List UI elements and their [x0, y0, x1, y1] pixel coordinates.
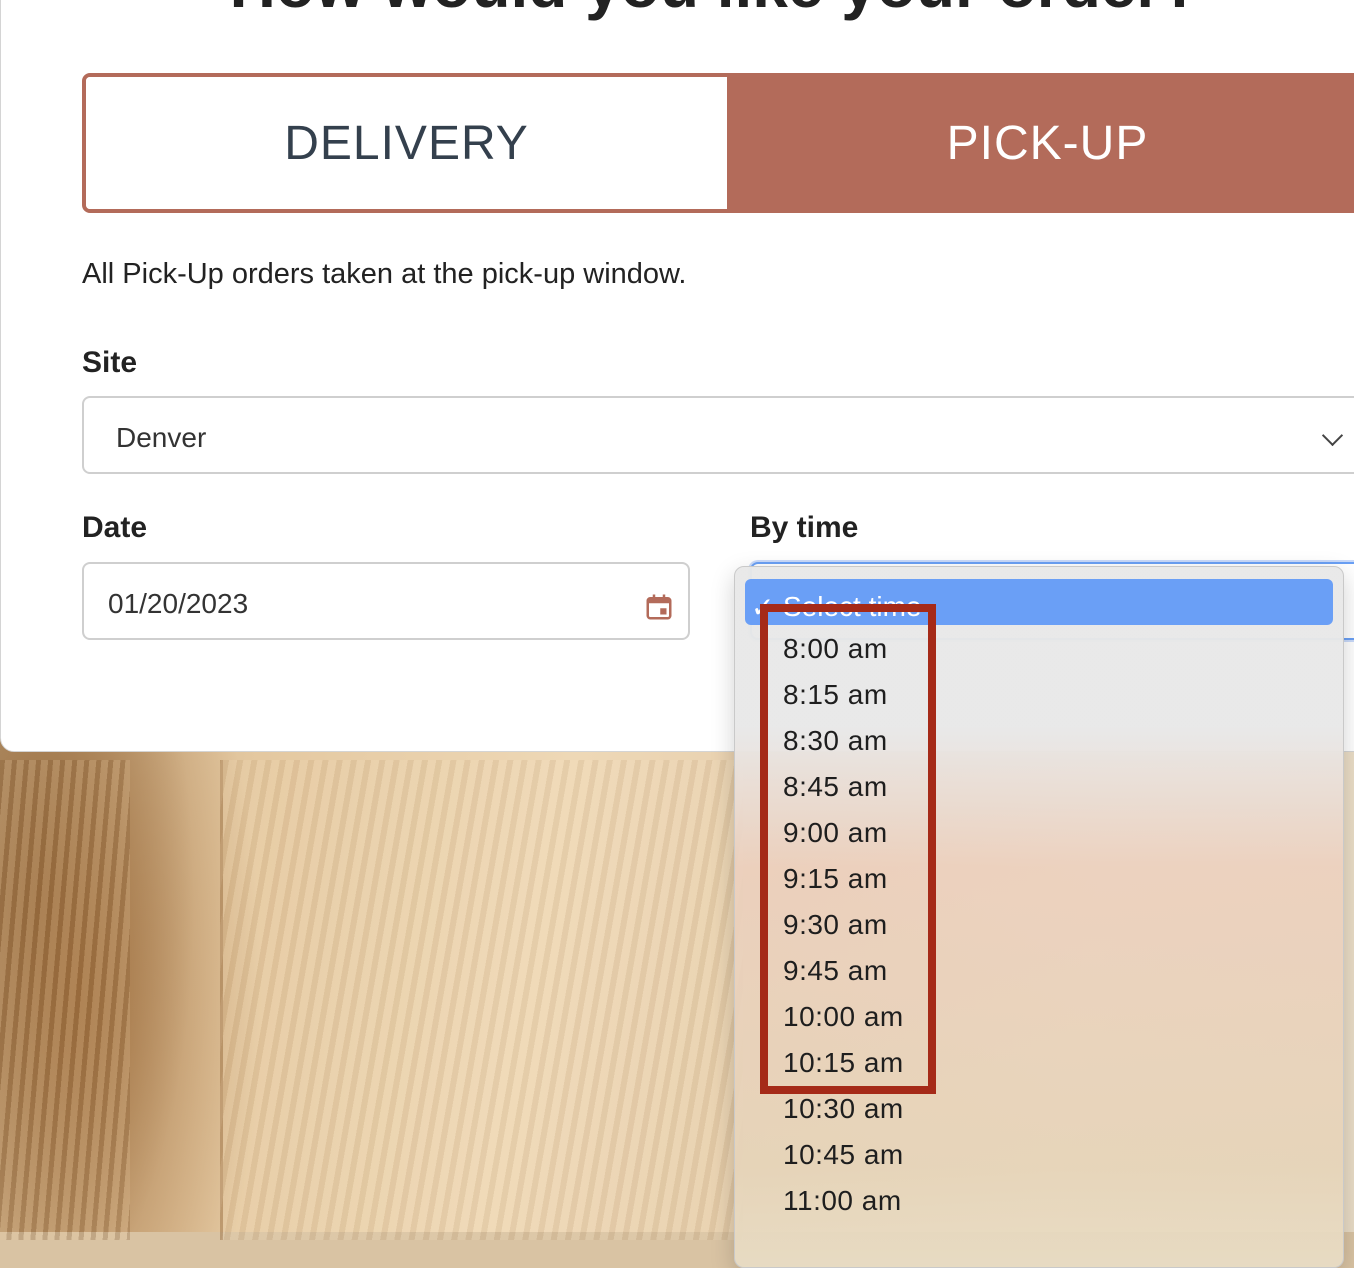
- pickup-tab[interactable]: PICK-UP: [727, 77, 1354, 209]
- site-label: Site: [82, 346, 138, 379]
- calendar-icon[interactable]: [644, 592, 674, 622]
- time-option[interactable]: 11:00 am: [783, 1185, 902, 1217]
- annotation-highlight-box: [760, 604, 936, 1094]
- page-heading: How would you like your order?: [0, 0, 1354, 22]
- date-label: Date: [82, 511, 148, 544]
- pickup-info-text: All Pick-Up orders taken at the pick-up …: [82, 258, 687, 290]
- date-input[interactable]: 01/20/2023: [82, 562, 690, 640]
- site-value: Denver: [116, 422, 207, 453]
- time-label: By time: [750, 511, 859, 544]
- order-type-toggle: DELIVERY PICK-UP: [82, 73, 1354, 213]
- delivery-tab[interactable]: DELIVERY: [86, 77, 727, 209]
- time-option[interactable]: 10:30 am: [783, 1093, 904, 1125]
- background-steamer-edge: [0, 760, 130, 1240]
- site-select[interactable]: Denver: [82, 396, 1354, 474]
- chevron-down-icon: [1321, 424, 1344, 447]
- time-option[interactable]: 10:45 am: [783, 1139, 904, 1171]
- background-steamer-wall: [220, 760, 743, 1240]
- date-value: 01/20/2023: [108, 588, 249, 619]
